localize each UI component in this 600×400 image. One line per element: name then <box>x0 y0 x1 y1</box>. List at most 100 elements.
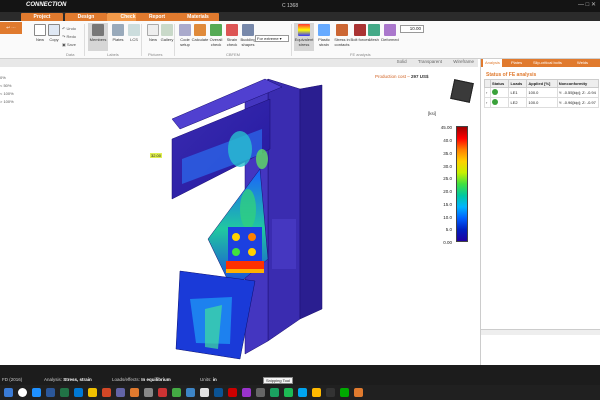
title-bar: CONNECTION C 1368 — □ ✕ <box>0 0 600 12</box>
app-icon[interactable] <box>186 388 195 397</box>
app-icon[interactable] <box>228 388 237 397</box>
stress-model <box>171 78 323 360</box>
app-icon[interactable] <box>354 388 363 397</box>
status-bar: FD (2016) Analysis: Stress, strain Loads… <box>0 365 600 385</box>
undo-button[interactable]: ↶ Undo <box>62 25 76 33</box>
units-status: Units: in <box>200 377 217 382</box>
app-icon[interactable] <box>326 388 335 397</box>
mesh-icon <box>368 24 380 36</box>
fe-analysis-title: Status of FE analysis <box>486 72 537 78</box>
plastic-strain-button[interactable]: Plastic strain <box>314 23 334 51</box>
design-code: FD (2016) <box>2 377 23 382</box>
members-icon <box>92 24 104 36</box>
main-tab-bar: Project Design Check Report Materials <box>0 12 600 21</box>
scale-tick: 15.0 <box>443 202 452 207</box>
scale-input[interactable]: 10.00 <box>400 25 424 33</box>
column-header: Loads <box>508 79 528 88</box>
column-header: Status <box>489 79 510 88</box>
results-panel: Analysis Plates Slip-critical bolts Weld… <box>480 59 600 365</box>
buckling-icon <box>242 24 254 36</box>
taskbar <box>0 385 600 400</box>
check-ok-icon <box>492 89 498 95</box>
stress-color-scale <box>456 126 468 242</box>
tab-analysis[interactable]: Analysis <box>483 59 502 67</box>
scale-tick: 5.0 <box>445 227 452 232</box>
scale-tick: 35.0 <box>443 151 452 156</box>
contact-stress-icon <box>336 24 348 36</box>
app-icon[interactable] <box>340 388 349 397</box>
check-ok-icon <box>492 99 498 105</box>
excel-icon[interactable] <box>60 388 69 397</box>
window-controls[interactable]: — □ ✕ <box>578 1 596 8</box>
tab-project[interactable]: Project <box>21 13 63 21</box>
results-tabs: Analysis Plates Slip-critical bolts Weld… <box>481 59 600 67</box>
scale-tick: 30.0 <box>443 164 452 169</box>
tooltip: Snipping Tool <box>263 377 293 384</box>
app-icon[interactable] <box>214 388 223 397</box>
group-pictures: Pictures <box>148 52 163 57</box>
scale-unit: [ksi] <box>428 111 437 116</box>
app-icon[interactable] <box>242 388 251 397</box>
members-button[interactable]: Members <box>88 23 108 51</box>
tab-plates[interactable]: Plates <box>511 59 522 67</box>
snipping-tool-icon[interactable] <box>256 388 265 397</box>
start-icon[interactable] <box>4 388 13 397</box>
scale-tick: 10.0 <box>443 215 452 220</box>
app-name: CONNECTION <box>26 2 67 8</box>
tab-slip-critical-bolts[interactable]: Slip-critical bolts <box>533 59 562 67</box>
3d-viewport[interactable]: Solid Transparent Wireframe Production c… <box>0 59 478 365</box>
redo-button[interactable]: ↷ Redo <box>62 33 76 41</box>
tab-materials[interactable]: Materials <box>177 13 219 21</box>
edge-icon[interactable] <box>32 388 41 397</box>
group-cbfem: CBFEM <box>226 52 240 57</box>
table-row[interactable]: › LE1 100.0 Y: -0.55[kip]; Z: -0.94 <box>484 87 600 98</box>
calculate-icon <box>194 24 206 36</box>
group-labels: Labels <box>107 52 119 57</box>
teams-icon[interactable] <box>116 388 125 397</box>
idea-statica-icon[interactable] <box>130 388 139 397</box>
stress-in-contacts-button[interactable]: Stress in contacts <box>332 23 352 51</box>
tab-report[interactable]: Report <box>136 13 178 21</box>
outlook-icon[interactable] <box>74 388 83 397</box>
app-icon[interactable] <box>270 388 279 397</box>
plastic-strain-icon <box>318 24 330 36</box>
scale-tick: 20.0 <box>443 189 452 194</box>
app-icon[interactable] <box>144 388 153 397</box>
app-icon[interactable] <box>172 388 181 397</box>
app-icon[interactable] <box>312 388 321 397</box>
save-button[interactable]: ▣ Save <box>62 41 76 49</box>
equivalent-stress-button[interactable]: Equivalent stress <box>294 23 314 51</box>
powerpoint-icon[interactable] <box>102 388 111 397</box>
active-item-label[interactable]: ↩ ··· <box>0 22 22 34</box>
fe-results-table: Status Loads Applied [%] Nonconformity ›… <box>484 79 600 108</box>
tab-design[interactable]: Design <box>65 13 107 21</box>
search-icon[interactable] <box>18 388 27 397</box>
model-label: 32.00 <box>150 153 163 158</box>
overall-check-icon <box>210 24 222 36</box>
scale-tick: 25.0 <box>443 176 452 181</box>
app-icon[interactable] <box>298 388 307 397</box>
ribbon-toolbar: ↩ ··· New Copy ↶ Undo ↷ Redo ▣ Save Memb… <box>0 21 600 59</box>
tab-welds[interactable]: Welds <box>577 59 588 67</box>
app-icon[interactable] <box>200 388 209 397</box>
lcs-icon <box>128 24 140 36</box>
view-cube[interactable] <box>450 79 474 103</box>
group-fe-analysis: FE analysis <box>350 52 371 57</box>
extreme-select[interactable]: For extreme ▾ <box>255 35 289 42</box>
equivalent-stress-icon <box>298 24 310 36</box>
word-icon[interactable] <box>46 388 55 397</box>
deformed-icon <box>384 24 396 36</box>
document-title: C 1368 <box>282 2 299 9</box>
acrobat-icon[interactable] <box>158 388 167 397</box>
horizontal-scrollbar[interactable] <box>481 329 600 335</box>
table-row[interactable]: › LE2 100.0 Y: -0.96[kip]; Z: -0.97 <box>484 97 600 108</box>
plates-icon <box>112 24 124 36</box>
scale-tick: 0.00 <box>443 240 452 245</box>
copy-icon <box>48 24 60 36</box>
folder-icon[interactable] <box>88 388 97 397</box>
copy-button[interactable]: Copy <box>44 23 64 51</box>
deformed-button[interactable]: Deformed <box>380 23 400 51</box>
spotify-icon[interactable] <box>284 388 293 397</box>
scale-tick: 45.00 <box>440 125 452 130</box>
loads-status: Loads/effects: In equilibrium <box>112 377 171 382</box>
